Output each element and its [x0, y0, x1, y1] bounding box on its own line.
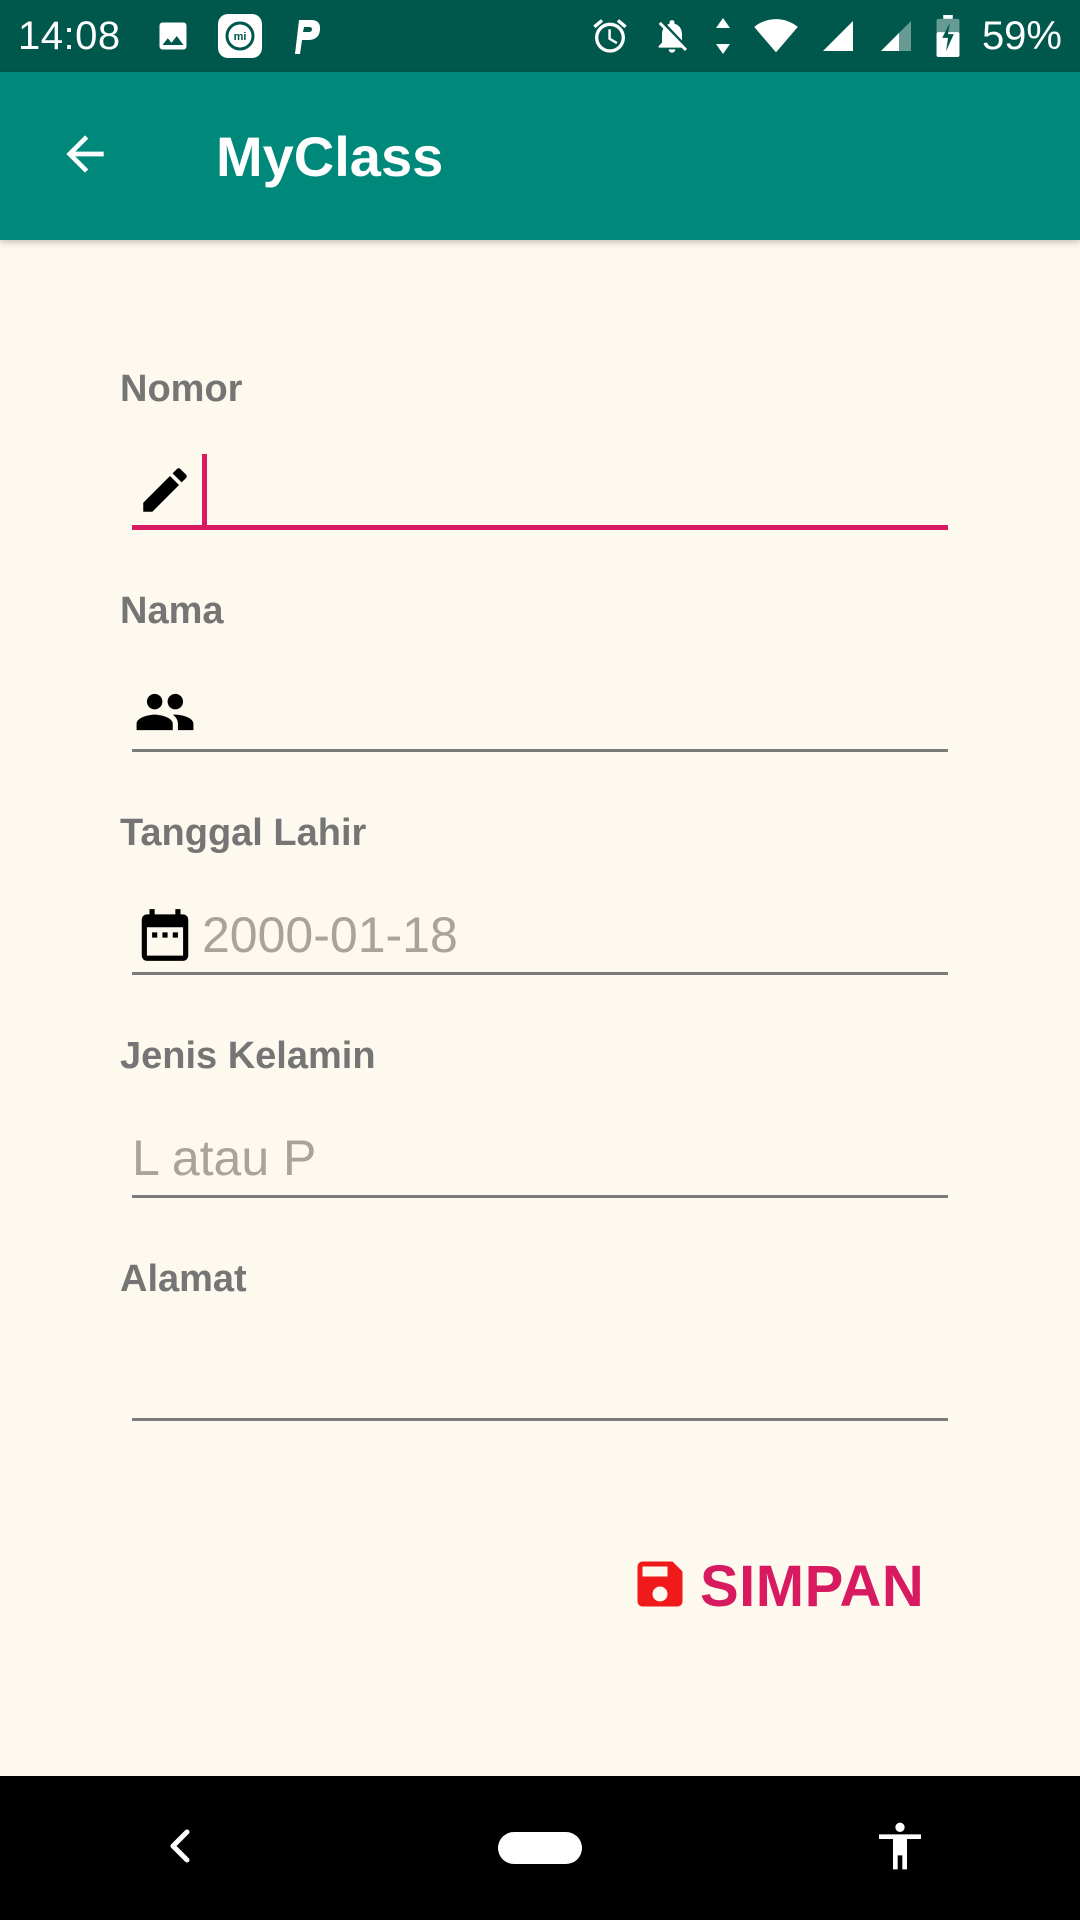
battery-charging-icon	[936, 15, 960, 57]
calendar-icon	[134, 904, 196, 966]
signal-icon-2	[878, 17, 914, 55]
nav-back-icon	[165, 1826, 195, 1871]
save-icon	[630, 1554, 690, 1619]
notifications-off-icon	[652, 16, 692, 56]
save-label: SIMPAN	[700, 1553, 925, 1619]
people-icon	[134, 681, 196, 743]
tanggal-lahir-label: Tanggal Lahir	[120, 812, 367, 854]
p-icon	[289, 16, 323, 56]
back-button[interactable]	[40, 111, 130, 201]
nomor-label: Nomor	[120, 368, 243, 410]
nomor-field[interactable]	[132, 450, 948, 530]
wifi-icon	[754, 16, 798, 56]
alamat-field[interactable]	[132, 1341, 948, 1421]
alarm-icon	[590, 16, 630, 56]
pencil-icon	[134, 459, 196, 521]
app-bar: MyClass	[0, 72, 1080, 240]
nomor-underline	[132, 525, 948, 530]
nama-label: Nama	[120, 590, 224, 632]
status-bar: 14:08 mi 59%	[0, 0, 1080, 72]
image-icon	[155, 18, 191, 54]
alamat-label: Alamat	[120, 1258, 247, 1300]
accessibility-icon	[872, 1818, 928, 1879]
tanggal-lahir-underline	[132, 972, 948, 975]
mi-icon: mi	[217, 13, 263, 59]
nav-accessibility-button[interactable]	[840, 1788, 960, 1908]
home-pill	[498, 1832, 582, 1864]
arrow-back-icon	[57, 126, 113, 187]
signal-icon	[820, 17, 856, 55]
status-time: 14:08	[18, 13, 121, 58]
nav-back-button[interactable]	[120, 1788, 240, 1908]
status-left-icons: mi	[155, 13, 323, 59]
data-arrows-icon	[714, 16, 732, 56]
jenis-kelamin-label: Jenis Kelamin	[120, 1035, 376, 1077]
svg-text:mi: mi	[233, 31, 246, 43]
nav-bar	[0, 1776, 1080, 1920]
nomor-input[interactable]	[207, 455, 948, 525]
nama-underline	[132, 749, 948, 752]
jenis-kelamin-underline	[132, 1195, 948, 1198]
nama-field[interactable]	[132, 672, 948, 752]
alamat-underline	[132, 1418, 948, 1421]
jenis-kelamin-input[interactable]	[132, 1123, 948, 1193]
battery-percent: 59%	[981, 13, 1062, 58]
jenis-kelamin-field[interactable]	[132, 1118, 948, 1198]
nama-input[interactable]	[202, 677, 948, 747]
app-title: MyClass	[216, 124, 444, 188]
tanggal-lahir-input[interactable]	[202, 900, 948, 970]
save-button[interactable]: SIMPAN	[630, 1550, 924, 1622]
status-right-icons: 59%	[590, 14, 1062, 59]
tanggal-lahir-field[interactable]	[132, 895, 948, 975]
nav-home-button[interactable]	[480, 1788, 600, 1908]
alamat-input[interactable]	[132, 1346, 948, 1416]
